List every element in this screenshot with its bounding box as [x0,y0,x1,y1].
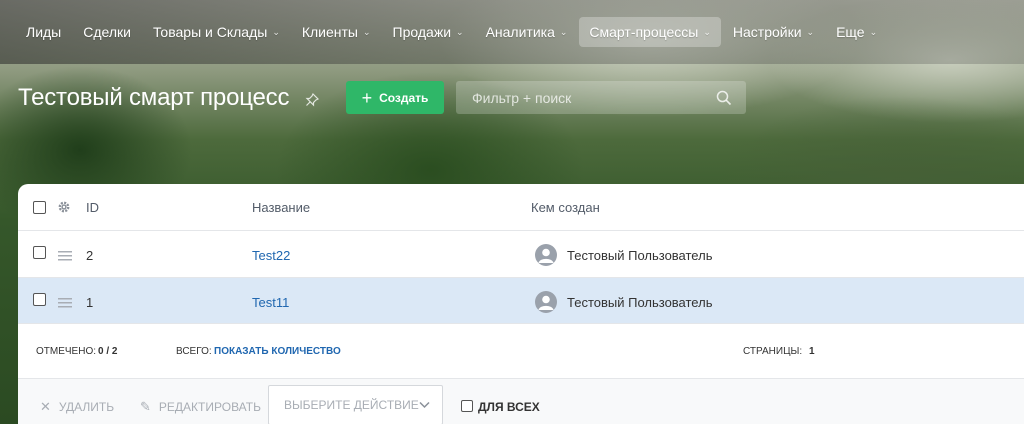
row-checkbox[interactable] [33,293,46,306]
chevron-down-icon [419,401,430,409]
delete-label: Удалить [58,400,115,414]
nav-item-products[interactable]: Товары и Склады ⌄ [143,17,290,47]
avatar[interactable] [535,244,557,266]
user-icon [538,295,554,310]
search-icon[interactable] [716,90,732,106]
nav-item-analytics[interactable]: Аналитика ⌄ [476,17,578,47]
table-row[interactable]: 2 Test22 Тестовый Пользователь [18,231,1024,278]
chevron-down-icon: ⌄ [806,27,815,37]
nav-item-label: Сделки [83,24,131,40]
for-all-label[interactable]: Для всех [478,400,540,414]
cell-author-name[interactable]: Тестовый Пользователь [567,248,712,263]
top-navigation: Лиды Сделки Товары и Склады ⌄ Клиенты ⌄ … [0,0,1024,64]
nav-item-leads[interactable]: Лиды [16,17,71,47]
plus-icon: + [361,87,373,108]
search-input[interactable] [472,89,712,106]
action-select-value: Выберите действие [284,398,419,412]
column-header-id[interactable]: ID [86,200,99,215]
grid-card: ID Название Кем создан 2 Test22 Тестовый… [18,184,1024,378]
create-button-label: Создать [379,90,429,105]
nav-item-label: Товары и Склады [152,24,268,40]
cell-name-link[interactable]: Test11 [252,295,289,310]
chevron-down-icon: ⌄ [559,27,568,37]
cell-name-link[interactable]: Test22 [252,248,290,263]
checked-label: Отмечено: [36,346,96,357]
show-count-link[interactable]: Показать количество [214,346,341,357]
column-header-author[interactable]: Кем создан [531,200,600,215]
grid-footer: Отмечено: 0 / 2 Всего: Показать количест… [18,324,1024,378]
pages-value[interactable]: 1 [809,346,815,357]
chevron-down-icon: ⌄ [272,27,280,37]
edit-button[interactable]: ✎ Редактировать [140,399,261,415]
pencil-icon: ✎ [140,399,151,414]
nav-item-smart-processes[interactable]: Смарт-процессы ⌄ [579,17,721,47]
drag-handle-icon[interactable] [58,298,72,308]
pin-icon[interactable] [305,93,319,107]
cell-id: 1 [86,295,94,310]
action-panel: ✕ Удалить ✎ Редактировать Выберите дейст… [18,378,1024,424]
total-label: Всего: [176,346,212,357]
cell-id: 2 [86,248,94,263]
nav-item-label: Клиенты [301,24,358,40]
nav-item-deals[interactable]: Сделки [73,17,141,47]
pages-label: Страницы: [743,346,803,357]
nav-item-settings[interactable]: Настройки ⌄ [723,17,824,47]
column-header-name[interactable]: Название [252,200,310,215]
action-select[interactable]: Выберите действие [268,385,443,424]
user-icon [538,248,554,263]
table-header: ID Название Кем создан [18,184,1024,231]
create-button[interactable]: + Создать [346,81,444,114]
select-all-checkbox[interactable] [33,201,46,214]
edit-label: Редактировать [158,400,261,414]
nav-item-label: Настройки [732,24,802,40]
close-icon: ✕ [40,399,51,414]
chevron-down-icon: ⌄ [456,27,464,37]
table-row[interactable]: 1 Test11 Тестовый Пользователь [18,278,1024,324]
chevron-down-icon: ⌄ [363,27,371,37]
chevron-down-icon: ⌄ [869,27,878,37]
for-all-checkbox[interactable] [461,400,473,412]
nav-item-more[interactable]: Еще ⌄ [826,17,887,47]
filter-search[interactable] [456,81,746,114]
checked-value: 0 / 2 [98,346,118,357]
drag-handle-icon[interactable] [58,251,72,261]
nav-item-label: Продажи [392,24,452,40]
chevron-down-icon: ⌄ [703,27,711,37]
gear-icon[interactable] [57,200,71,214]
page-title: Тестовый смарт процесс [18,84,290,111]
nav-item-clients[interactable]: Клиенты ⌄ [292,17,381,47]
cell-author-name[interactable]: Тестовый Пользователь [567,295,712,310]
delete-button[interactable]: ✕ Удалить [40,399,114,415]
nav-item-label: Смарт-процессы [589,24,699,40]
nav-item-label: Аналитика [485,24,555,40]
nav-item-sales[interactable]: Продажи ⌄ [383,17,474,47]
nav-item-label: Лиды [26,24,62,40]
nav-item-label: Еще [836,24,865,40]
row-checkbox[interactable] [33,246,46,259]
avatar[interactable] [535,291,557,313]
